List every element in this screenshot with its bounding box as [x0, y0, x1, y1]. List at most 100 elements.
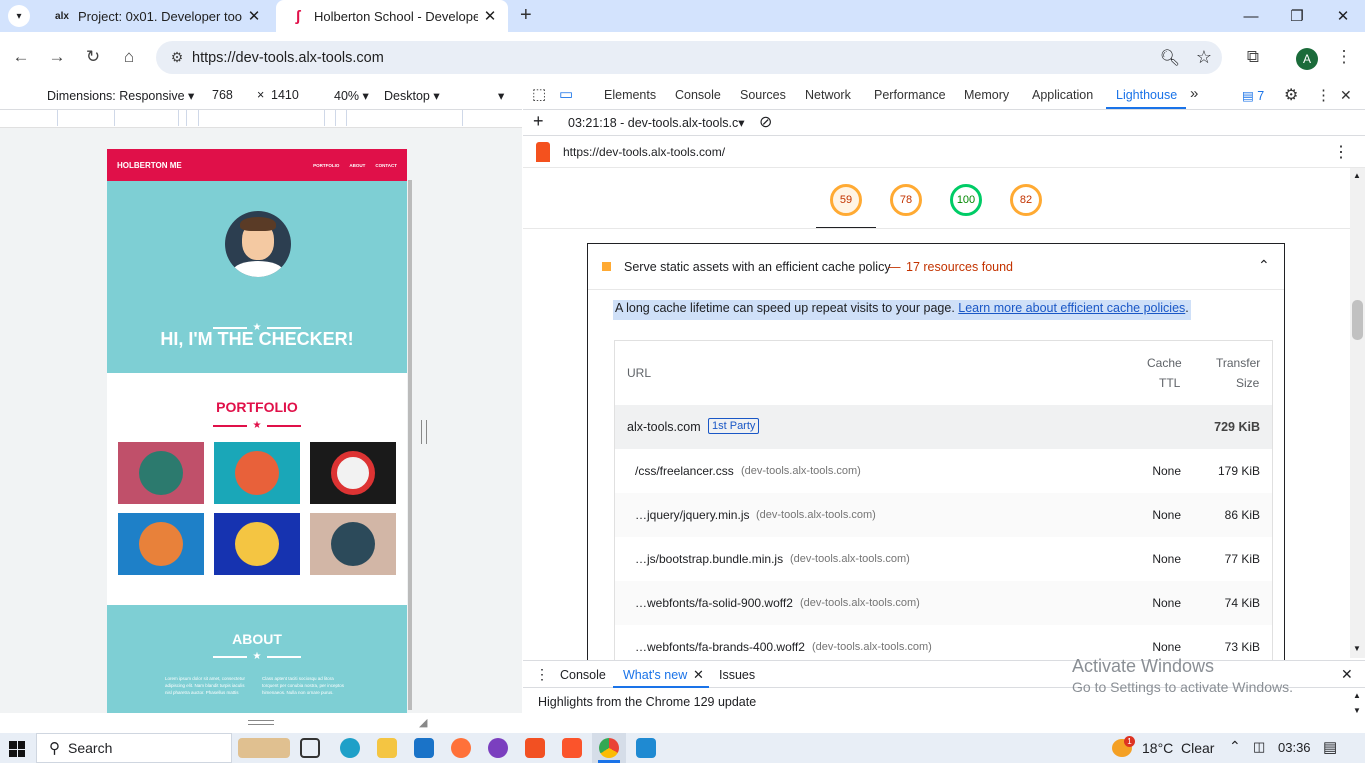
- task-view-icon[interactable]: [300, 738, 320, 758]
- tab-lighthouse[interactable]: Lighthouse: [1116, 88, 1177, 102]
- tab-search-button[interactable]: ▾: [8, 5, 30, 27]
- score-gauge-seo[interactable]: 82: [1010, 184, 1042, 216]
- mail-icon[interactable]: [414, 738, 434, 758]
- mock-nav-portfolio[interactable]: PORTFOLIO: [313, 163, 339, 168]
- chrome-icon[interactable]: [599, 738, 619, 758]
- report-scrollbar[interactable]: ▲ ▼: [1350, 168, 1365, 658]
- portfolio-circus-icon[interactable]: [310, 442, 396, 504]
- close-devtools-icon[interactable]: ✕: [1340, 87, 1352, 104]
- report-url[interactable]: https://dev-tools.alx-tools.com/: [563, 145, 725, 159]
- drawer-tab-console[interactable]: Console: [560, 668, 606, 682]
- mock-brand[interactable]: HOLBERTON ME: [117, 161, 303, 170]
- inspect-element-icon[interactable]: ⬚: [532, 85, 546, 103]
- minimize-icon[interactable]: —: [1228, 0, 1274, 32]
- close-window-icon[interactable]: ✕: [1320, 0, 1365, 32]
- report-selector[interactable]: 03:21:18 - dev-tools.alx-tools.c▾: [568, 115, 745, 130]
- browser-tab-holberton[interactable]: ʃ Holberton School - Developer t ✕: [276, 0, 508, 32]
- issues-counter[interactable]: ▤ 7: [1242, 88, 1264, 103]
- close-tab-icon[interactable]: ✕: [478, 7, 502, 25]
- dimensions-select[interactable]: Dimensions: Responsive ▾: [47, 88, 194, 103]
- bookmark-star-icon[interactable]: ☆: [1196, 47, 1212, 68]
- forward-icon[interactable]: →: [42, 40, 72, 74]
- portfolio-safe-icon[interactable]: [214, 513, 300, 575]
- table-row[interactable]: …js/bootstrap.bundle.min.js (dev-tools.a…: [615, 537, 1272, 581]
- scroll-up-arrow-icon[interactable]: ▲: [1353, 171, 1361, 180]
- clear-reports-icon[interactable]: ⊘: [759, 112, 772, 132]
- reload-icon[interactable]: ↻: [78, 40, 108, 74]
- notifications-icon[interactable]: ▤: [1323, 738, 1337, 756]
- device-select[interactable]: Desktop ▾: [384, 88, 440, 103]
- table-group-row[interactable]: alx-tools.com 1st Party 729 KiB: [615, 405, 1272, 449]
- learn-more-link[interactable]: Learn more about efficient cache policie…: [958, 301, 1185, 315]
- back-icon[interactable]: ←: [6, 40, 36, 74]
- app-purple-icon[interactable]: [488, 738, 508, 758]
- device-toggle-icon[interactable]: ▭: [559, 85, 573, 103]
- width-input[interactable]: 768: [212, 88, 233, 102]
- tab-sources[interactable]: Sources: [740, 88, 786, 102]
- height-input[interactable]: 1410: [271, 88, 299, 102]
- resize-corner-icon[interactable]: ◢: [419, 716, 427, 729]
- close-drawer-icon[interactable]: ✕: [1341, 666, 1353, 683]
- score-gauge-performance[interactable]: 59: [830, 184, 862, 216]
- new-tab-button[interactable]: +: [520, 4, 532, 27]
- device-options-icon[interactable]: ▾: [498, 88, 504, 103]
- portfolio-cabin-icon[interactable]: [118, 442, 204, 504]
- scroll-thumb[interactable]: [1352, 300, 1363, 340]
- more-tabs-icon[interactable]: »: [1190, 85, 1198, 102]
- scroll-down-arrow-icon[interactable]: ▼: [1353, 644, 1361, 653]
- vscode-icon[interactable]: [636, 738, 656, 758]
- brave-icon[interactable]: [562, 738, 582, 758]
- tray-chevron-icon[interactable]: ⌃: [1229, 738, 1241, 755]
- file-explorer-icon[interactable]: [377, 738, 397, 758]
- mock-nav-about[interactable]: ABOUT: [349, 163, 365, 168]
- menu-kebab-icon[interactable]: ⋮: [1329, 40, 1359, 74]
- extensions-icon[interactable]: ⧉: [1238, 40, 1268, 74]
- windows-start-icon[interactable]: [9, 741, 25, 757]
- drawer-scroll-icon[interactable]: ▲: [1353, 691, 1361, 700]
- tab-elements[interactable]: Elements: [604, 88, 656, 102]
- drawer-tab-issues[interactable]: Issues: [719, 668, 755, 682]
- report-menu-icon[interactable]: ⋮: [1333, 142, 1349, 162]
- drawer-menu-icon[interactable]: ⋮: [535, 666, 549, 683]
- table-row[interactable]: …jquery/jquery.min.js (dev-tools.alx-too…: [615, 493, 1272, 537]
- media-query-ruler[interactable]: [0, 110, 522, 128]
- news-widget-icon[interactable]: [238, 738, 290, 758]
- table-row[interactable]: /css/freelancer.css (dev-tools.alx-tools…: [615, 449, 1272, 493]
- emulated-page[interactable]: HOLBERTON ME PORTFOLIO ABOUT CONTACT HI,…: [107, 149, 407, 713]
- tab-console[interactable]: Console: [675, 88, 721, 102]
- portfolio-gamepad-icon[interactable]: [118, 513, 204, 575]
- close-tab-icon[interactable]: ✕: [242, 7, 266, 25]
- restore-icon[interactable]: ❐: [1274, 0, 1320, 32]
- site-settings-icon[interactable]: ⚙: [162, 49, 192, 66]
- tab-network[interactable]: Network: [805, 88, 851, 102]
- close-whats-new-icon[interactable]: ✕: [693, 667, 704, 683]
- address-bar[interactable]: ⚙ https://dev-tools.alx-tools.com 🔍︎ ☆: [156, 41, 1222, 74]
- collapse-chevron-icon[interactable]: ⌃: [1258, 257, 1270, 274]
- portfolio-cake-icon[interactable]: [214, 442, 300, 504]
- weather-temperature[interactable]: 18°C: [1142, 740, 1173, 756]
- drawer-tab-whats-new[interactable]: What's new: [623, 668, 687, 682]
- network-icon[interactable]: ◫: [1253, 739, 1265, 755]
- resize-handle-bottom[interactable]: [248, 720, 274, 725]
- home-icon[interactable]: ⌂: [114, 40, 144, 74]
- store-icon[interactable]: [525, 738, 545, 758]
- score-gauge-best-practices[interactable]: 100: [950, 184, 982, 216]
- table-row[interactable]: …webfonts/fa-solid-900.woff2 (dev-tools.…: [615, 581, 1272, 625]
- weather-condition[interactable]: Clear: [1181, 740, 1214, 756]
- audit-header[interactable]: Serve static assets with an efficient ca…: [588, 244, 1284, 290]
- tab-application[interactable]: Application: [1032, 88, 1093, 102]
- tab-memory[interactable]: Memory: [964, 88, 1009, 102]
- settings-gear-icon[interactable]: ⚙: [1284, 85, 1298, 105]
- taskbar-search[interactable]: ⚲ Search: [36, 733, 232, 763]
- profile-avatar[interactable]: A: [1296, 48, 1318, 70]
- zoom-icon[interactable]: 🔍︎: [1160, 48, 1180, 68]
- score-gauge-accessibility[interactable]: 78: [890, 184, 922, 216]
- firefox-icon[interactable]: [451, 738, 471, 758]
- emulated-scrollbar[interactable]: [408, 180, 412, 710]
- edge-icon[interactable]: [340, 738, 360, 758]
- zoom-select[interactable]: 40% ▾: [334, 88, 369, 103]
- resize-handle-right[interactable]: [421, 420, 427, 444]
- devtools-menu-icon[interactable]: ⋮: [1316, 86, 1331, 104]
- clock[interactable]: 03:36: [1278, 740, 1311, 755]
- portfolio-submarine-icon[interactable]: [310, 513, 396, 575]
